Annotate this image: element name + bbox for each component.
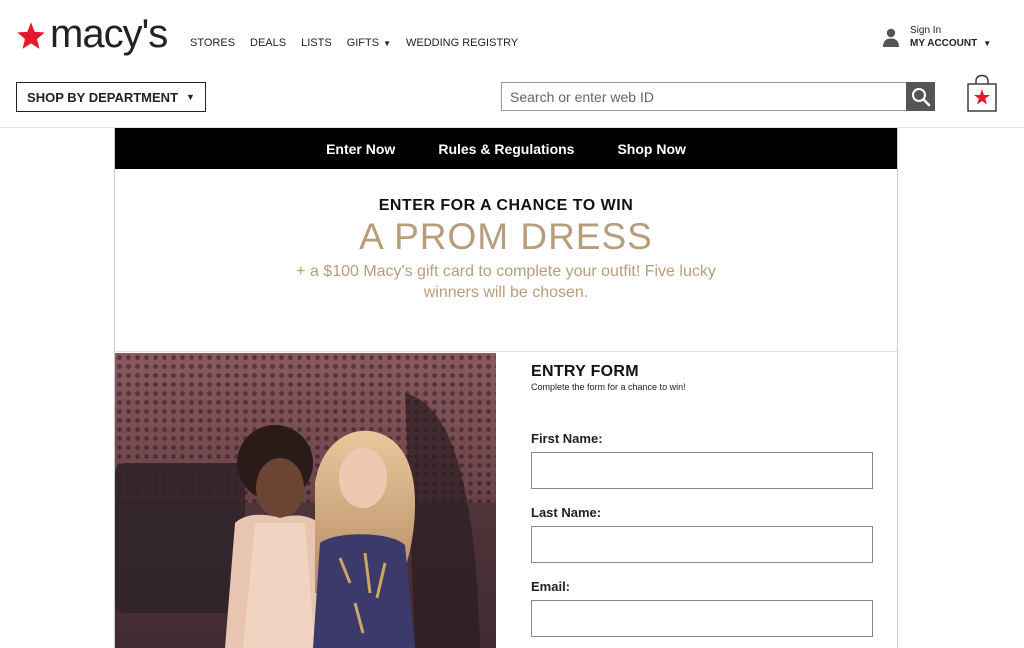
chevron-down-icon: ▼ bbox=[186, 92, 195, 102]
last-name-label: Last Name: bbox=[531, 505, 602, 520]
promo-panel: Enter Now Rules & Regulations Shop Now E… bbox=[114, 128, 898, 648]
email-label: Email: bbox=[531, 579, 571, 594]
promo-subtext: + a $100 Macy's gift card to complete yo… bbox=[296, 263, 716, 301]
nav-wedding-registry[interactable]: WEDDING REGISTRY bbox=[406, 36, 518, 51]
shopping-bag-icon[interactable] bbox=[967, 74, 997, 112]
star-logo-icon bbox=[17, 22, 45, 49]
my-account-label: MY ACCOUNT bbox=[910, 38, 978, 49]
nav-gifts[interactable]: GIFTS ▼ bbox=[347, 36, 391, 51]
search-icon bbox=[911, 87, 930, 106]
top-navigation: STORES DEALS LISTS GIFTS ▼ WEDDING REGIST… bbox=[190, 36, 533, 51]
prom-models-photo bbox=[115, 353, 496, 648]
account-menu[interactable]: Sign In MY ACCOUNT ▼ bbox=[882, 24, 991, 50]
promo-navigation: Enter Now Rules & Regulations Shop Now bbox=[115, 128, 897, 169]
shop-by-department-label: SHOP BY DEPARTMENT bbox=[27, 89, 179, 105]
user-icon bbox=[883, 28, 899, 47]
tab-shop-now[interactable]: Shop Now bbox=[617, 141, 685, 157]
search-input[interactable] bbox=[501, 82, 906, 111]
logo-wordmark: macy's bbox=[50, 12, 168, 56]
chevron-down-icon: ▼ bbox=[383, 39, 391, 48]
entry-form: ENTRY FORM Complete the form for a chanc… bbox=[531, 353, 891, 637]
promo-prize: A PROM DRESS bbox=[359, 216, 653, 257]
nav-stores[interactable]: STORES bbox=[190, 36, 235, 51]
photo-illustration bbox=[115, 353, 496, 648]
chevron-down-icon: ▼ bbox=[983, 39, 992, 48]
search-button[interactable] bbox=[906, 82, 935, 111]
tab-enter-now[interactable]: Enter Now bbox=[326, 141, 395, 157]
email-field[interactable] bbox=[531, 600, 873, 637]
promo-kicker: ENTER FOR A CHANCE TO WIN bbox=[378, 197, 634, 214]
macys-logo[interactable]: macy's bbox=[16, 14, 168, 54]
first-name-field[interactable] bbox=[531, 452, 873, 489]
site-header: macy's STORES DEALS LISTS GIFTS ▼ WEDDING… bbox=[0, 0, 1024, 128]
shop-by-department-button[interactable]: SHOP BY DEPARTMENT ▼ bbox=[16, 82, 206, 112]
tab-rules-regulations[interactable]: Rules & Regulations bbox=[438, 141, 574, 157]
nav-gifts-label: GIFTS bbox=[346, 37, 380, 49]
last-name-field[interactable] bbox=[531, 526, 873, 563]
nav-lists[interactable]: LISTS bbox=[301, 36, 332, 51]
search-bar bbox=[501, 82, 935, 111]
nav-deals[interactable]: DEALS bbox=[250, 36, 286, 51]
promo-hero: ENTER FOR A CHANCE TO WIN A PROM DRESS +… bbox=[115, 169, 897, 352]
sign-in-link[interactable]: Sign In bbox=[910, 24, 991, 37]
first-name-label: First Name: bbox=[531, 431, 603, 446]
entry-form-subtitle: Complete the form for a chance to win! bbox=[531, 382, 686, 392]
entry-section: ENTRY FORM Complete the form for a chanc… bbox=[115, 353, 897, 648]
entry-form-title: ENTRY FORM bbox=[531, 363, 639, 380]
